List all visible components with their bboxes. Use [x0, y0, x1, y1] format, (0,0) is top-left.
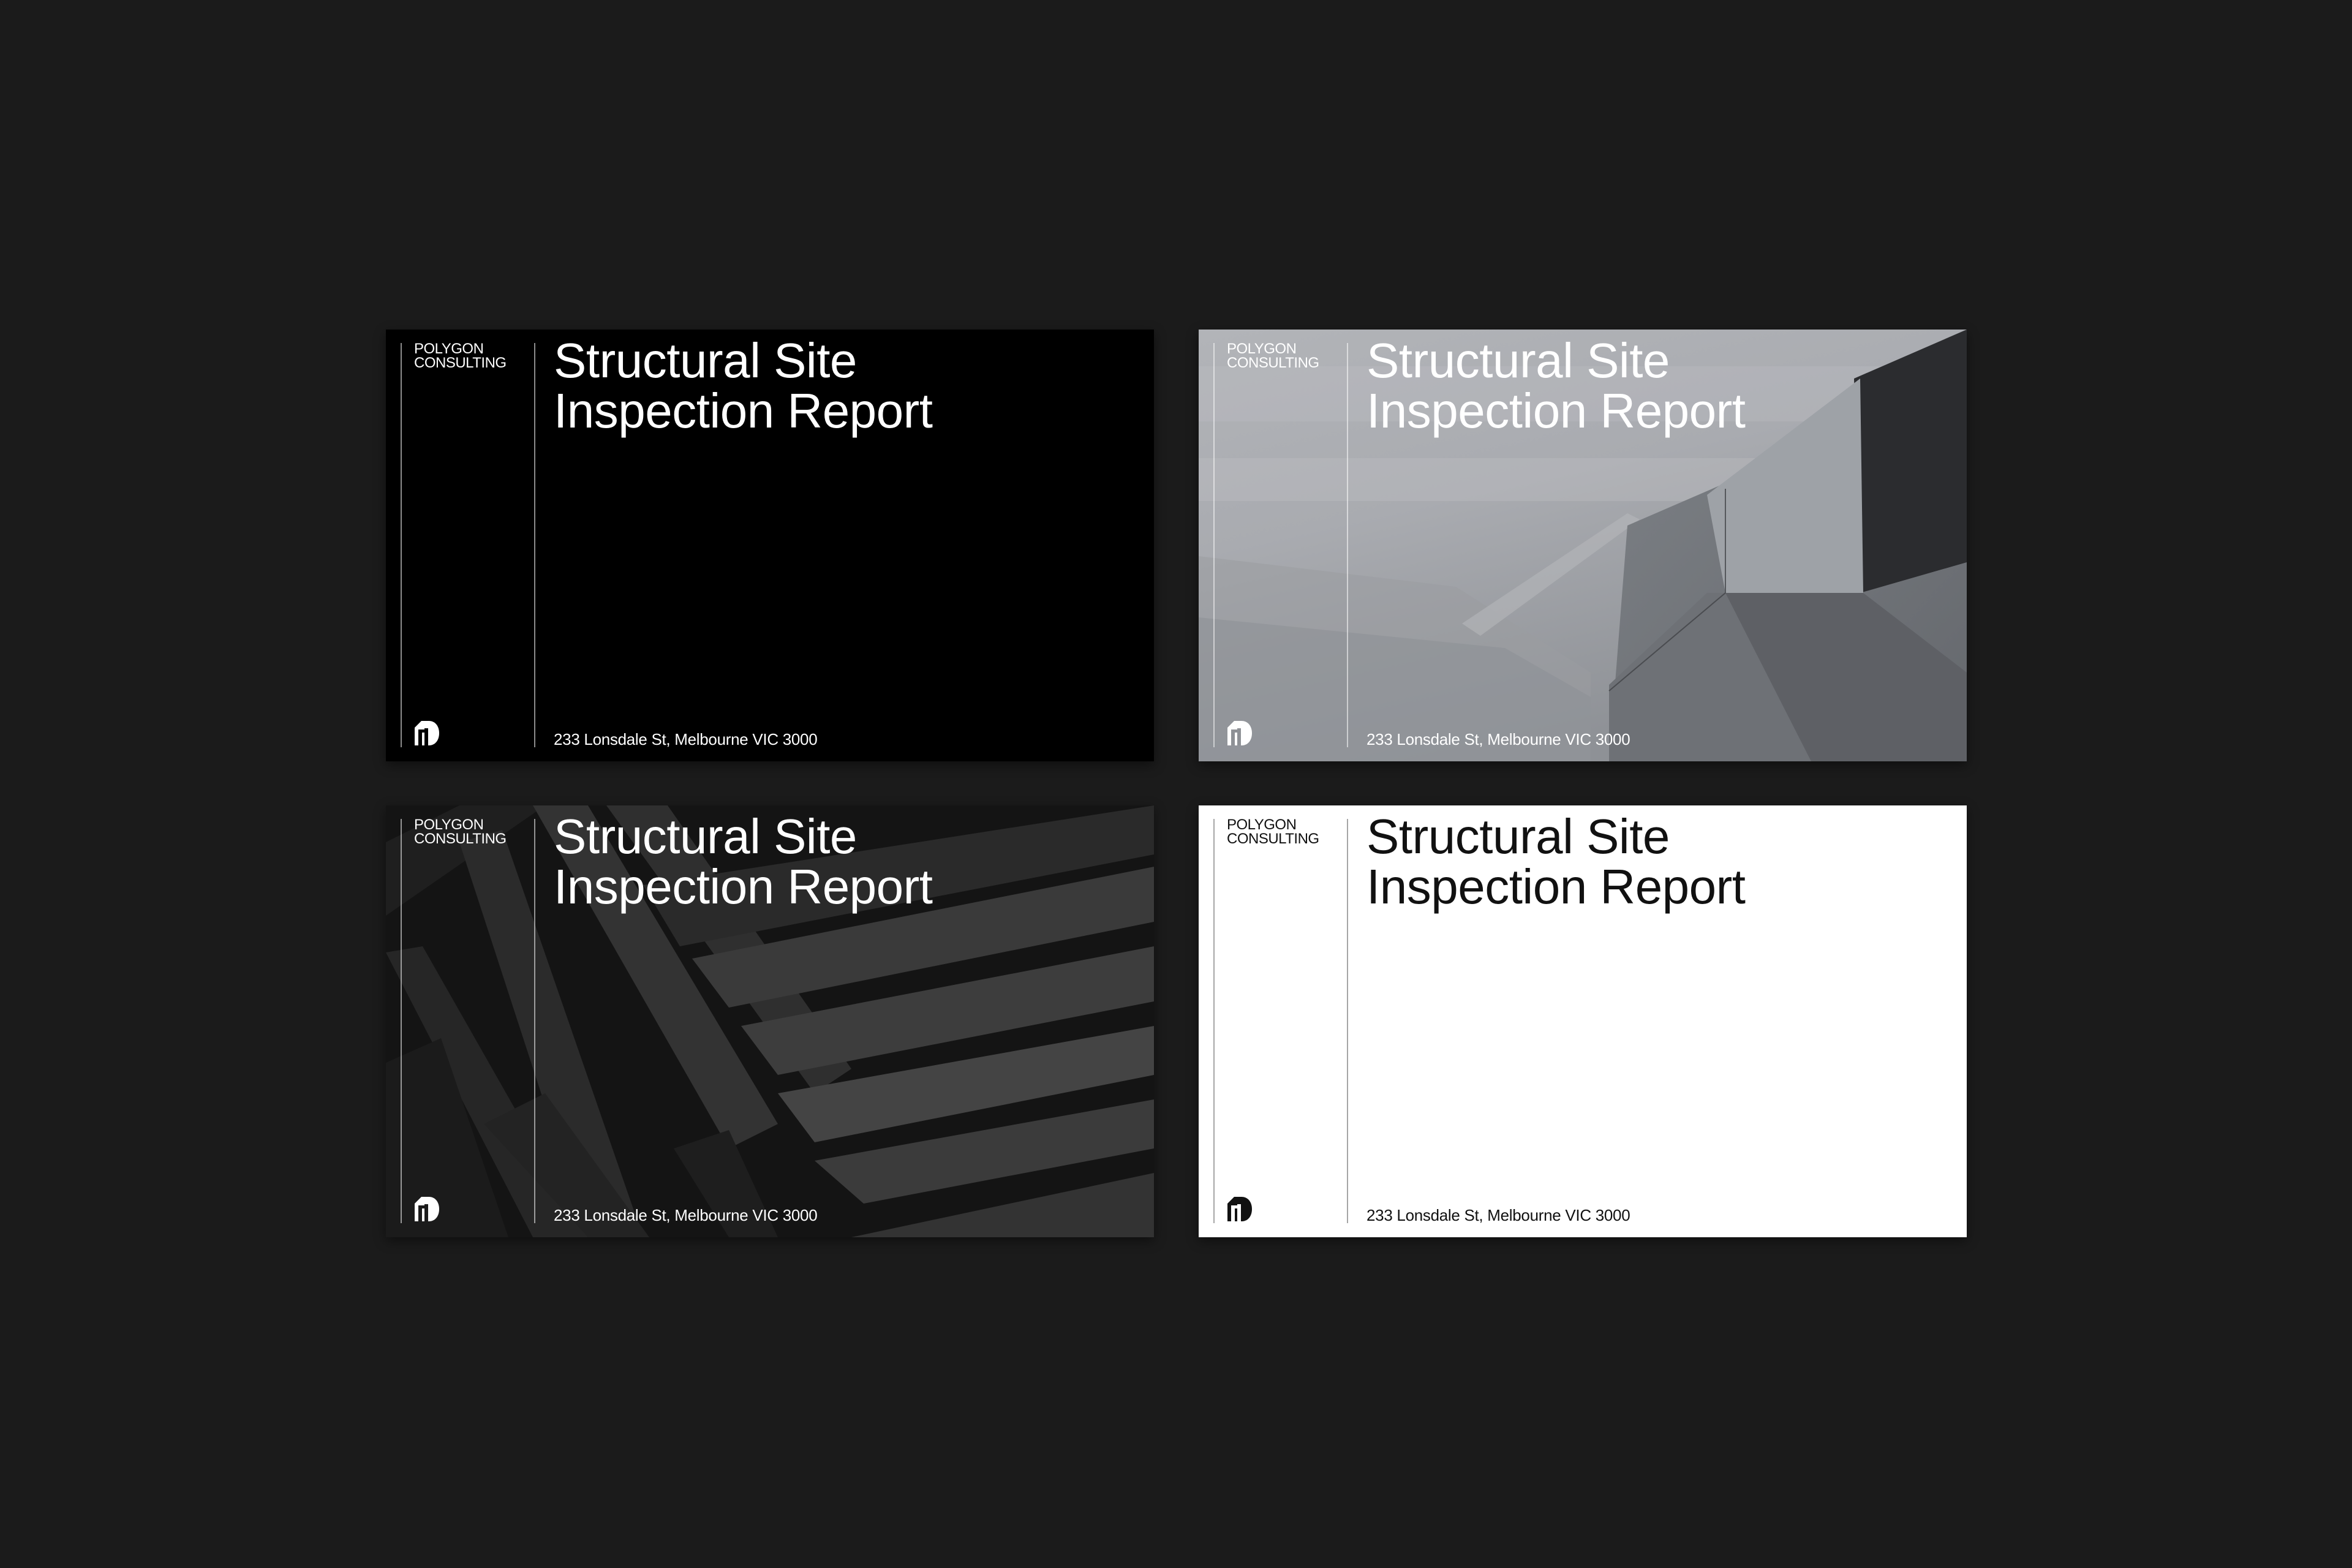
- brand-name: POLYGON CONSULTING: [414, 816, 507, 847]
- report-cover-white: POLYGON CONSULTING Structural Site Inspe…: [1199, 805, 1967, 1237]
- right-rule: [534, 819, 535, 1223]
- report-title: Structural Site Inspection Report: [1366, 333, 1746, 438]
- polygon-logo-icon: [1227, 1197, 1252, 1221]
- address: 233 Lonsdale St, Melbourne VIC 3000: [1366, 1206, 1630, 1224]
- polygon-logo-icon: [415, 1197, 439, 1221]
- brand-name: POLYGON CONSULTING: [414, 341, 507, 371]
- address: 233 Lonsdale St, Melbourne VIC 3000: [554, 1206, 818, 1224]
- left-rule: [401, 343, 402, 747]
- polygon-logo-icon: [415, 721, 439, 745]
- left-rule: [401, 819, 402, 1223]
- report-cover-grey-photo: POLYGON CONSULTING Structural Site Inspe…: [1199, 330, 1967, 761]
- right-rule: [1347, 819, 1348, 1223]
- brand-name: POLYGON CONSULTING: [1227, 341, 1319, 371]
- right-rule: [1347, 343, 1348, 747]
- address: 233 Lonsdale St, Melbourne VIC 3000: [554, 730, 818, 748]
- report-title: Structural Site Inspection Report: [554, 333, 933, 438]
- polygon-logo-icon: [1227, 721, 1252, 745]
- address: 233 Lonsdale St, Melbourne VIC 3000: [1366, 730, 1630, 748]
- report-cover-dark-photo: POLYGON CONSULTING Structural Site Inspe…: [386, 805, 1154, 1237]
- brand-name: POLYGON CONSULTING: [1227, 816, 1319, 847]
- report-title: Structural Site Inspection Report: [554, 809, 933, 914]
- report-cover-black: POLYGON CONSULTING Structural Site Inspe…: [386, 330, 1154, 761]
- left-rule: [1213, 819, 1215, 1223]
- left-rule: [1213, 343, 1215, 747]
- report-title: Structural Site Inspection Report: [1366, 809, 1746, 914]
- right-rule: [534, 343, 535, 747]
